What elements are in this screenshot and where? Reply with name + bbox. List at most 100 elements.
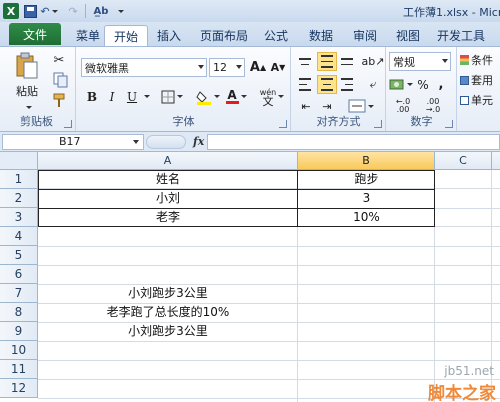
worksheet-grid[interactable]: A B C 1 2 3 4 5 6 7 8 9 10 11 12 姓名 跑步 小… (0, 152, 500, 402)
align-right-button[interactable] (338, 75, 358, 94)
gridline (38, 341, 500, 342)
formula-input[interactable] (207, 134, 500, 150)
paste-button[interactable] (14, 51, 40, 81)
find-replace-icon: A̲b (93, 5, 109, 17)
column-header-a[interactable]: A (38, 152, 298, 170)
chevron-down-icon (198, 65, 204, 69)
cell-b2[interactable]: 3 (298, 189, 435, 208)
shrink-font-button[interactable]: A ▼ (269, 58, 287, 77)
column-header-c[interactable]: C (435, 152, 492, 170)
bold-button[interactable]: B (83, 87, 101, 106)
underline-button[interactable]: U (123, 87, 141, 106)
font-size-value: 12 (213, 61, 227, 74)
copy-button[interactable] (50, 71, 72, 89)
wrap-text-button[interactable]: ⤶ (362, 75, 384, 94)
font-launcher-icon[interactable] (279, 120, 287, 128)
select-all-corner[interactable] (0, 152, 38, 170)
tab-developer[interactable]: 开发工具 (430, 25, 492, 46)
cell-a7[interactable]: 小刘跑步3公里 (38, 284, 298, 303)
font-name-select[interactable]: 微软雅黑 (81, 58, 207, 77)
bottom-align-button[interactable] (338, 52, 358, 71)
clipboard-group: 粘贴 ✂ 剪贴板 (0, 47, 76, 131)
align-left-button[interactable] (296, 75, 316, 94)
paste-icon (16, 52, 38, 79)
cell-a2[interactable]: 小刘 (38, 189, 298, 208)
row-header-12[interactable]: 12 (0, 379, 38, 398)
name-box[interactable]: B17 (2, 134, 144, 150)
row-header-10[interactable]: 10 (0, 341, 38, 360)
top-align-button[interactable] (296, 52, 316, 71)
copy-icon (53, 72, 68, 88)
tab-file[interactable]: 文件 (9, 23, 61, 45)
find-replace-button[interactable]: A̲b (93, 3, 109, 19)
percent-button[interactable]: % (415, 75, 431, 94)
formula-bar-toggle[interactable] (146, 135, 186, 149)
tab-insert[interactable]: 插入 (149, 25, 189, 46)
align-center-button[interactable] (317, 75, 337, 94)
table-icon (460, 75, 469, 85)
borders-button[interactable] (159, 87, 185, 106)
orientation-button[interactable]: ab↗ (362, 52, 385, 71)
row-header-5[interactable]: 5 (0, 246, 38, 265)
accounting-format-button[interactable] (389, 75, 413, 94)
fill-color-button[interactable] (195, 87, 221, 106)
font-size-select[interactable]: 12 (209, 58, 245, 77)
save-button[interactable] (22, 3, 38, 19)
comma-button[interactable]: , (433, 75, 449, 94)
tab-home[interactable]: 开始 (104, 25, 148, 46)
number-format-select[interactable]: 常规 (389, 52, 451, 71)
middle-align-button[interactable] (317, 52, 337, 71)
row-header-7[interactable]: 7 (0, 284, 38, 303)
cell-a3[interactable]: 老李 (38, 208, 298, 227)
grow-font-icon: A (249, 60, 260, 75)
row-header-4[interactable]: 4 (0, 227, 38, 246)
tab-formulas[interactable]: 公式 (257, 25, 295, 46)
undo-button[interactable]: ↶ (40, 3, 58, 19)
italic-button[interactable]: I (103, 87, 121, 106)
chevron-down-icon (236, 65, 242, 69)
row-header-11[interactable]: 11 (0, 360, 38, 379)
row-header-2[interactable]: 2 (0, 189, 38, 208)
borders-icon (161, 90, 175, 103)
grow-font-button[interactable]: A ▲ (249, 58, 267, 77)
cell-a1[interactable]: 姓名 (38, 170, 298, 189)
column-header-d[interactable] (492, 152, 500, 170)
gridline (38, 246, 500, 247)
cell-styles-button[interactable]: 单元 (460, 91, 500, 109)
row-header-8[interactable]: 8 (0, 303, 38, 322)
styles-group: 条件 套用 单元 (458, 47, 500, 131)
column-header-b[interactable]: B (298, 152, 435, 170)
cut-button[interactable]: ✂ (50, 51, 68, 69)
row-header-3[interactable]: 3 (0, 208, 38, 227)
tab-view[interactable]: 视图 (388, 25, 428, 46)
number-launcher-icon[interactable] (445, 120, 453, 128)
row-header-1[interactable]: 1 (0, 170, 38, 189)
paste-dropdown-icon[interactable] (24, 99, 32, 112)
customize-quick-access-button[interactable] (112, 3, 128, 19)
underline-dropdown[interactable] (141, 87, 151, 106)
alignment-launcher-icon[interactable] (374, 120, 382, 128)
cell-a8[interactable]: 老李跑了总长度的10% (38, 303, 298, 322)
cell-b1[interactable]: 跑步 (298, 170, 435, 189)
conditional-format-button[interactable]: 条件 (460, 51, 500, 69)
excel-app-icon[interactable]: X (3, 3, 19, 19)
format-as-table-button[interactable]: 套用 (460, 71, 500, 89)
cell-b3[interactable]: 10% (298, 208, 435, 227)
chevron-down-icon (133, 140, 139, 144)
clipboard-launcher-icon[interactable] (64, 120, 72, 128)
cell-a9[interactable]: 小刘跑步3公里 (38, 322, 298, 341)
number-group: 常规 % , ←.0.00 .00 →.0 数字 (387, 47, 457, 131)
insert-function-button[interactable]: fx (193, 135, 204, 148)
merge-cells-icon (348, 99, 366, 113)
format-painter-button[interactable] (50, 91, 68, 109)
font-color-icon: A (227, 87, 237, 102)
row-header-6[interactable]: 6 (0, 265, 38, 284)
decrease-indent-icon: ⇤ (301, 99, 311, 113)
redo-button[interactable]: ↷ (65, 3, 81, 19)
row-header-9[interactable]: 9 (0, 322, 38, 341)
phonetic-button[interactable]: wén 文 (257, 87, 287, 107)
font-color-button[interactable]: A (223, 87, 249, 106)
tab-review[interactable]: 审阅 (345, 25, 385, 46)
tab-page-layout[interactable]: 页面布局 (194, 25, 254, 46)
tab-data[interactable]: 数据 (301, 25, 341, 46)
